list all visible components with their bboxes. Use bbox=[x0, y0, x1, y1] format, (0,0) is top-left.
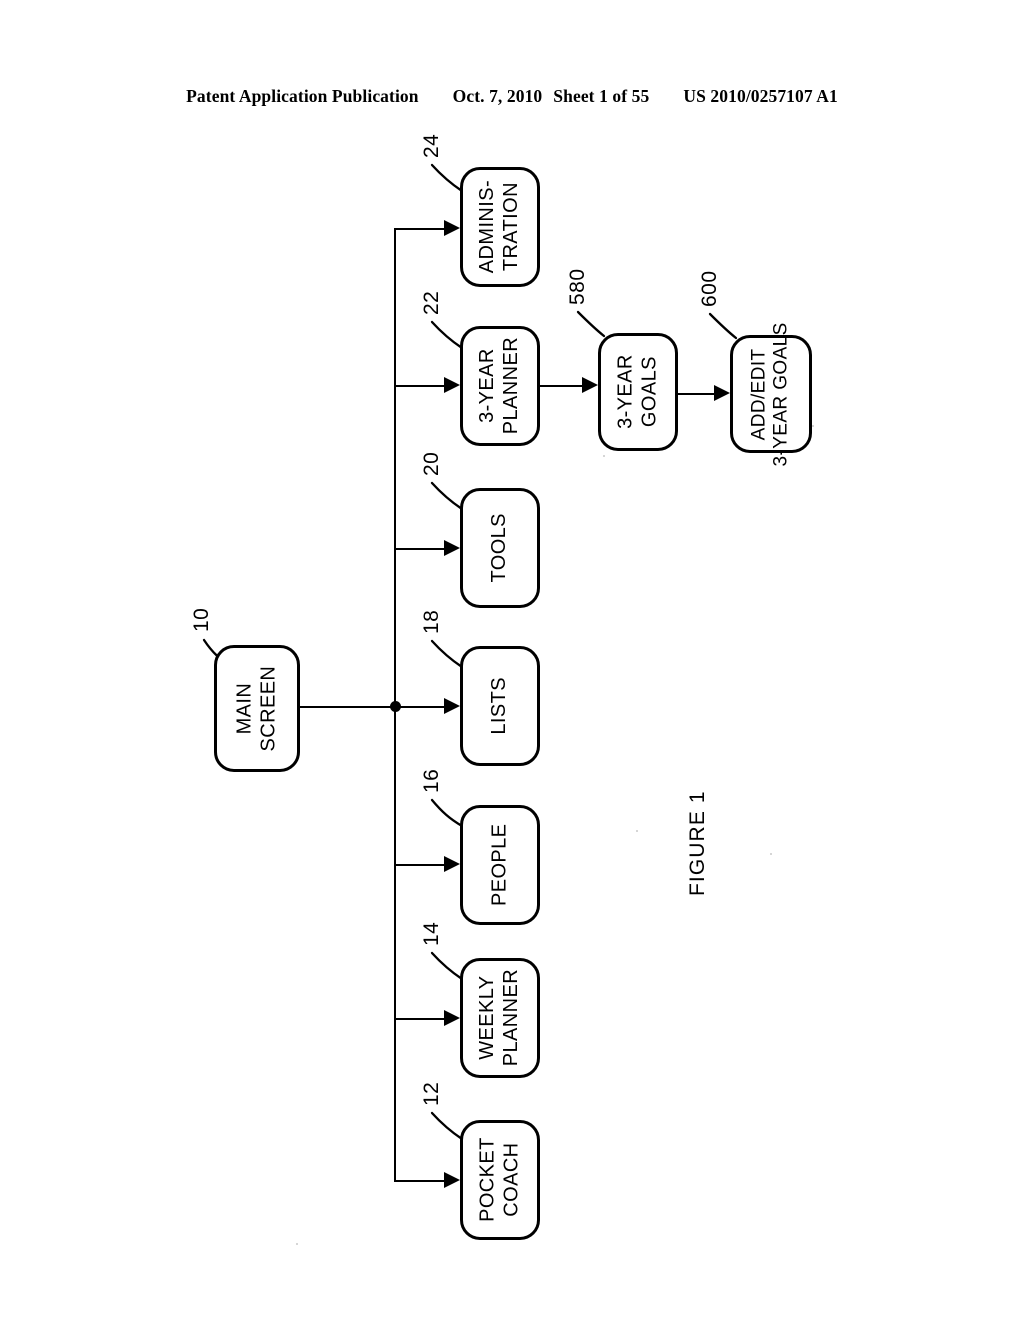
node-label-lists: LISTS bbox=[488, 677, 511, 735]
branch-line-administration bbox=[394, 228, 456, 231]
node-weekly-planner[interactable]: WEEKLY PLANNER bbox=[460, 958, 540, 1078]
node-label-main-screen: MAIN SCREEN bbox=[233, 665, 279, 752]
ref-number-22: 22 bbox=[420, 290, 443, 315]
node-label-three-year-planner: 3-YEAR PLANNER bbox=[476, 337, 522, 435]
node-main-screen[interactable]: MAIN SCREEN bbox=[214, 645, 300, 772]
header-patent-number: US 2010/0257107 A1 bbox=[683, 86, 838, 106]
leader-line-16 bbox=[430, 798, 464, 828]
node-label-tools: TOOLS bbox=[488, 513, 511, 583]
scan-speck bbox=[770, 853, 772, 855]
node-label-add-edit-three-year-goals: ADD/EDIT 3-YEAR GOALS bbox=[748, 321, 792, 467]
node-people[interactable]: PEOPLE bbox=[460, 805, 540, 925]
node-label-people: PEOPLE bbox=[488, 823, 511, 907]
branch-line-weekly-planner bbox=[394, 1018, 456, 1021]
scan-speck bbox=[636, 830, 638, 832]
leader-line-24 bbox=[430, 163, 464, 193]
header-sheet: Sheet 1 of 55 bbox=[553, 86, 650, 106]
leader-line-20 bbox=[430, 481, 464, 511]
node-pocket-coach[interactable]: POCKET COACH bbox=[460, 1120, 540, 1240]
node-add-edit-three-year-goals[interactable]: ADD/EDIT 3-YEAR GOALS bbox=[730, 322, 812, 466]
header-date: Oct. 7, 2010 bbox=[452, 86, 543, 106]
ref-number-600: 600 bbox=[698, 270, 721, 307]
figure-caption: FIGURE 1 bbox=[686, 790, 709, 896]
ref-number-16: 16 bbox=[420, 768, 443, 793]
leader-line-12 bbox=[430, 1111, 464, 1141]
edge-line-planner-to-goals bbox=[540, 385, 594, 388]
leader-line-14 bbox=[430, 951, 464, 981]
leader-line-18 bbox=[430, 639, 464, 669]
node-administration[interactable]: ADMINIS- TRATION bbox=[460, 167, 540, 287]
node-three-year-goals[interactable]: 3-YEAR GOALS bbox=[598, 333, 678, 451]
scan-speck bbox=[812, 425, 814, 427]
ref-number-14: 14 bbox=[420, 921, 443, 946]
node-tools[interactable]: TOOLS bbox=[460, 488, 540, 608]
publication-header: Patent Application Publication Oct. 7, 20… bbox=[0, 86, 1024, 107]
branch-line-three-year-planner bbox=[394, 385, 456, 388]
node-label-administration: ADMINIS- TRATION bbox=[476, 180, 523, 274]
leader-line-580 bbox=[576, 310, 606, 338]
ref-number-10: 10 bbox=[190, 607, 213, 632]
leader-line-600 bbox=[708, 312, 738, 340]
node-label-three-year-goals: 3-YEAR GOALS bbox=[614, 354, 660, 430]
branch-line-people bbox=[394, 864, 456, 867]
branch-line-tools bbox=[394, 548, 456, 551]
scan-speck bbox=[603, 455, 605, 457]
ref-number-12: 12 bbox=[420, 1081, 443, 1106]
scan-speck bbox=[296, 1243, 298, 1245]
branch-line-lists bbox=[394, 706, 456, 709]
leader-line-22 bbox=[430, 320, 464, 350]
branch-line-pocket-coach bbox=[394, 1180, 456, 1183]
node-three-year-planner[interactable]: 3-YEAR PLANNER bbox=[460, 326, 540, 446]
node-label-weekly-planner: WEEKLY PLANNER bbox=[476, 969, 522, 1067]
ref-number-18: 18 bbox=[420, 609, 443, 634]
header-publication-title: Patent Application Publication bbox=[186, 86, 419, 106]
node-lists[interactable]: LISTS bbox=[460, 646, 540, 766]
edge-line-goals-to-add-edit bbox=[678, 393, 726, 396]
ref-number-20: 20 bbox=[420, 451, 443, 476]
edge-main-screen-to-bus bbox=[300, 706, 396, 709]
ref-number-580: 580 bbox=[566, 268, 589, 305]
patent-figure-page: Patent Application Publication Oct. 7, 20… bbox=[0, 0, 1024, 1320]
node-label-pocket-coach: POCKET COACH bbox=[476, 1137, 523, 1223]
ref-number-24: 24 bbox=[420, 133, 443, 158]
